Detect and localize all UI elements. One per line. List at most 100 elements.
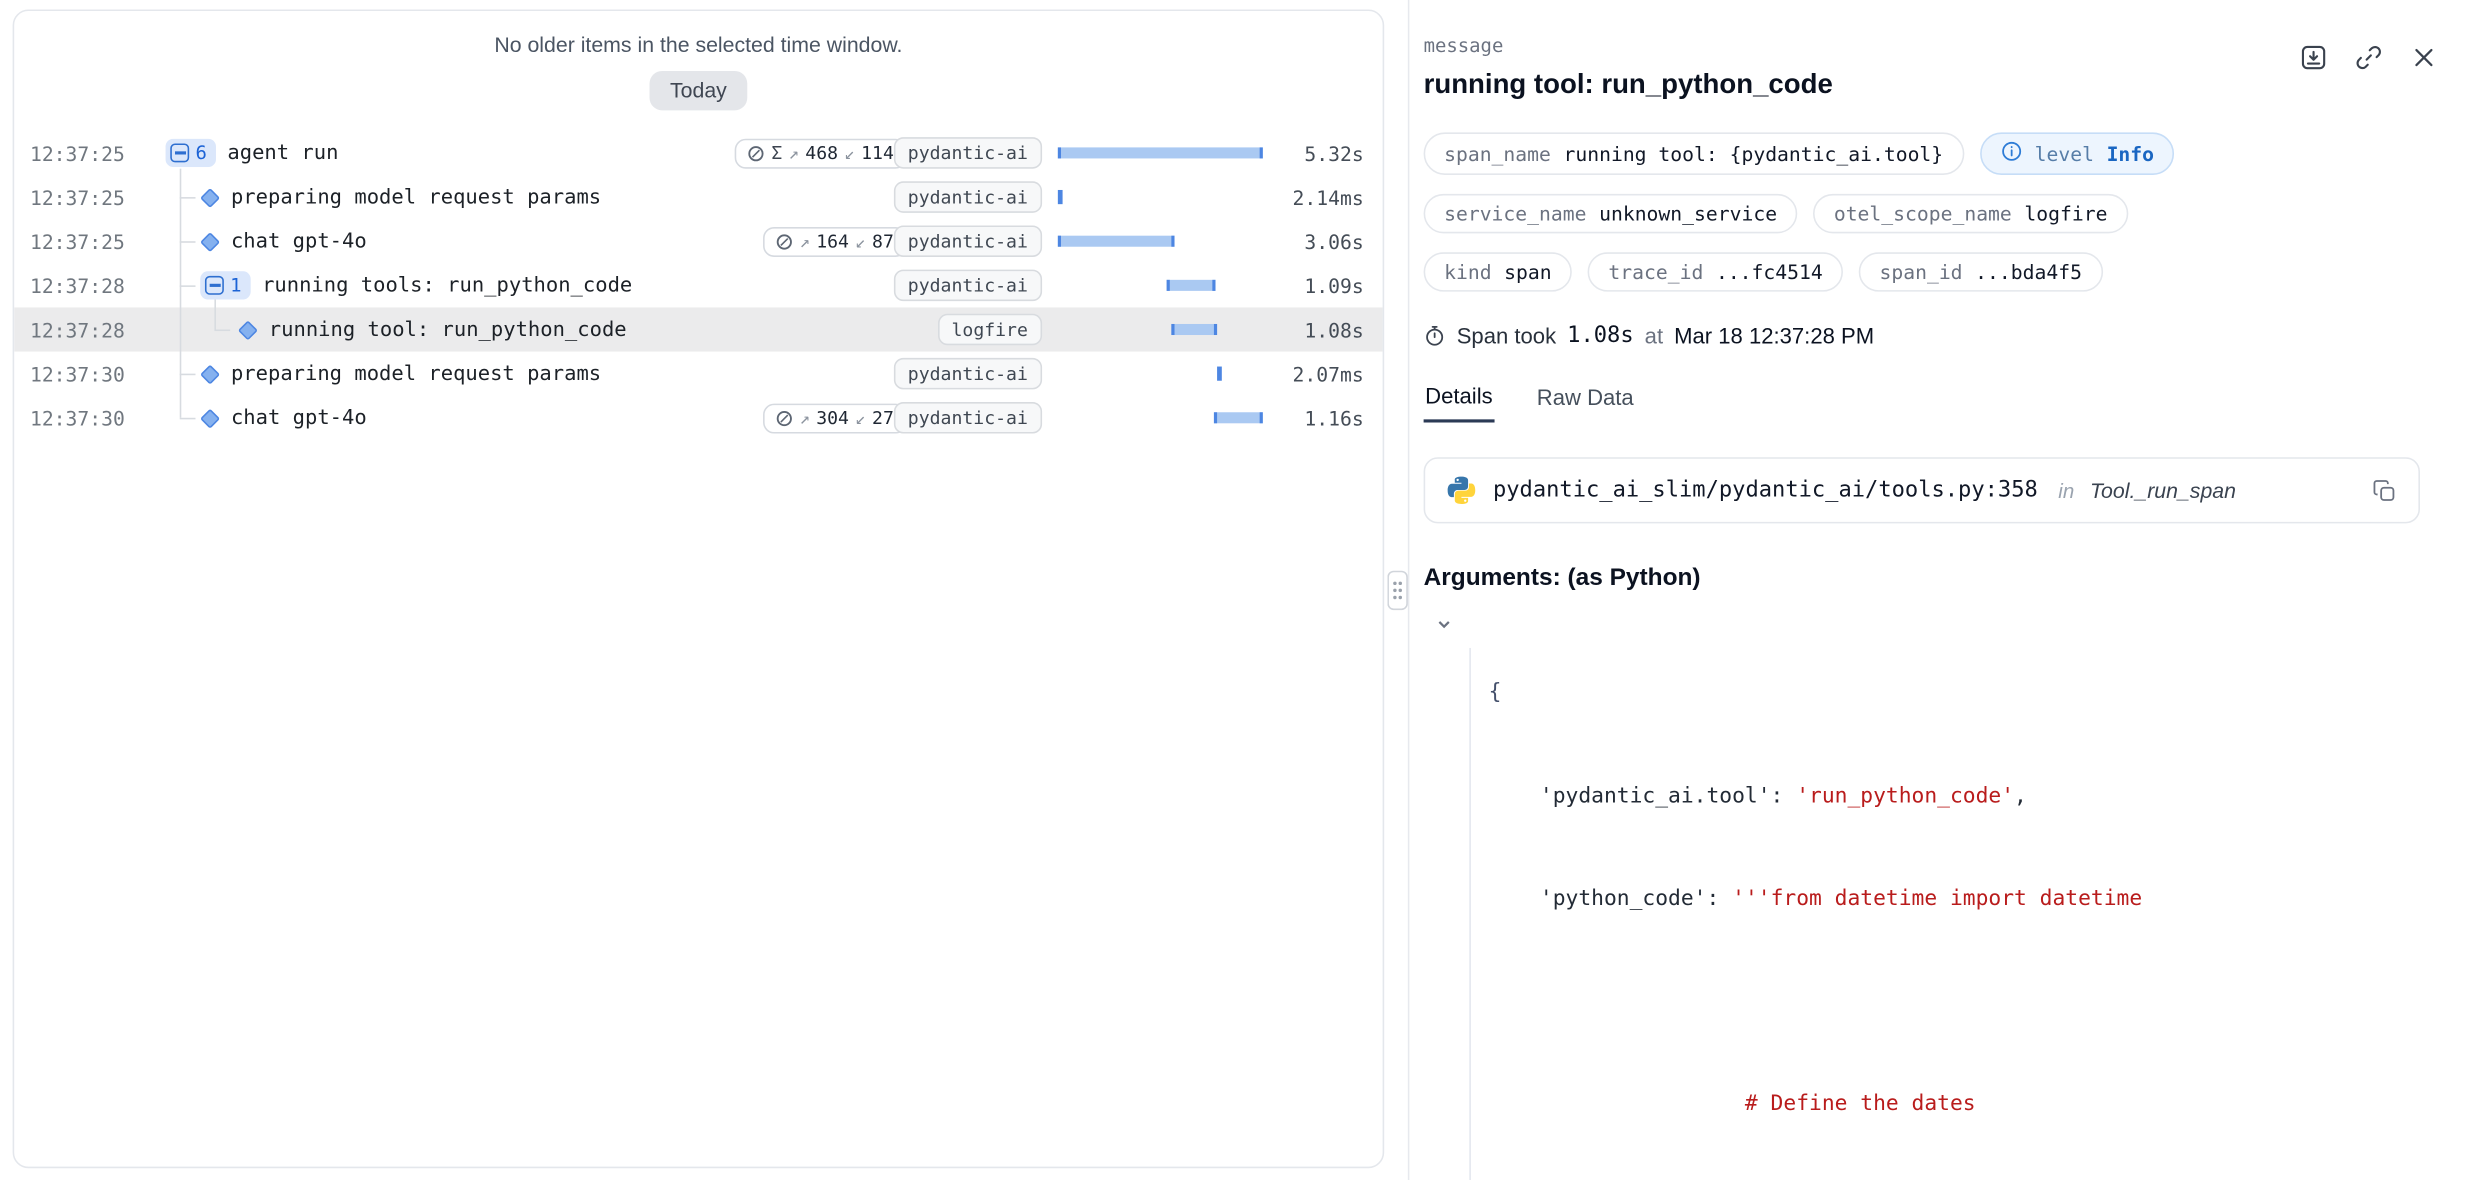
stopwatch-icon	[1424, 325, 1446, 347]
tokens-received: 87	[872, 230, 894, 252]
scope-tag: pydantic-ai	[894, 402, 1042, 434]
arguments-code: { 'pydantic_ai.tool': 'run_python_code',…	[1424, 609, 2439, 1180]
tab-raw-data[interactable]: Raw Data	[1535, 383, 1635, 422]
attribute-value: ...bda4f5	[1975, 260, 2082, 284]
tokens-icon	[748, 144, 765, 161]
arguments-heading: Arguments: (as Python)	[1424, 564, 2439, 592]
arrow-up-icon: ↗	[799, 408, 809, 428]
copy-link-button[interactable]	[2352, 41, 2384, 73]
attribute-pill-span_name: span_name running tool: {pydantic_ai.too…	[1424, 132, 1964, 175]
row-tag-col: pydantic-ai	[907, 137, 1043, 169]
trace-panel: No older items in the selected time wind…	[13, 9, 1385, 1168]
code-line: 'pydantic_ai.tool': 'run_python_code',	[1424, 711, 2439, 814]
row-main: chat gpt-4o	[166, 406, 721, 430]
timeline-track	[1058, 396, 1263, 440]
timeline-bar[interactable]	[1171, 324, 1217, 335]
token-usage-badge: ↗304 ↙27	[763, 403, 906, 433]
trace-row[interactable]: 12:37:30 preparing model request params …	[14, 352, 1382, 396]
today-wrap: Today	[14, 71, 1382, 110]
trace-row[interactable]: 12:37:25 chat gpt-4o ↗164 ↙87 pydantic-a…	[14, 219, 1382, 263]
attribute-key: service_name	[1444, 202, 1586, 226]
child-count: 6	[195, 142, 206, 164]
timeline-bar[interactable]	[1058, 147, 1263, 158]
code-location-card[interactable]: pydantic_ai_slim/pydantic_ai/tools.py:35…	[1424, 457, 2420, 523]
attribute-pills: span_name running tool: {pydantic_ai.too…	[1424, 132, 2439, 291]
code-line	[1424, 916, 2439, 1019]
timeline-track	[1058, 219, 1263, 263]
row-timeline-col	[1042, 352, 1278, 396]
row-tag-col: pydantic-ai	[907, 181, 1043, 213]
close-button[interactable]	[2407, 41, 2439, 73]
link-icon	[2353, 42, 2383, 72]
tokens-received: 27	[872, 407, 894, 429]
attribute-pill-otel_scope_name: otel_scope_name logfire	[1813, 194, 2128, 233]
row-tag-col: pydantic-ai	[907, 402, 1043, 434]
collapse-toggle[interactable]: 6	[166, 139, 217, 167]
span-diamond-icon	[201, 364, 220, 383]
span-name: chat gpt-4o	[231, 406, 367, 430]
archive-button[interactable]	[2297, 41, 2329, 73]
code-line: 'python_code': '''from datetime import d…	[1424, 814, 2439, 917]
caret-down-icon[interactable]	[1436, 616, 1452, 632]
panel-resize-handle[interactable]	[1387, 571, 1407, 610]
trace-rows: 12:37:25 6 agent run Σ ↗468 ↙114 pydanti…	[14, 131, 1382, 440]
attribute-value: ...fc4514	[1716, 260, 1823, 284]
timeline-bar[interactable]	[1215, 412, 1263, 423]
scope-tag: logfire	[937, 314, 1042, 346]
attribute-key: kind	[1444, 260, 1491, 284]
arrow-up-icon: ↗	[789, 143, 799, 163]
span-name: agent run	[227, 141, 338, 165]
python-icon	[1446, 475, 1478, 507]
tokens-sent: 164	[816, 230, 849, 252]
timeline-bar[interactable]	[1217, 367, 1222, 381]
row-main: running tool: run_python_code	[166, 318, 721, 342]
attribute-key: otel_scope_name	[1834, 202, 2012, 226]
row-timestamp: 12:37:28	[30, 318, 166, 342]
timing-prefix: Span took	[1457, 323, 1556, 348]
timeline-track	[1058, 307, 1263, 351]
trace-row[interactable]: 12:37:25 preparing model request params …	[14, 175, 1382, 219]
tree-connector	[180, 374, 196, 376]
arrow-up-icon: ↗	[799, 231, 809, 251]
collapse-toggle[interactable]: 1	[200, 271, 251, 299]
timing-duration: 1.08s	[1567, 323, 1633, 348]
row-timeline-col	[1042, 396, 1278, 440]
attribute-pill-service_name: service_name unknown_service	[1424, 194, 1798, 233]
timeline-bar[interactable]	[1166, 280, 1215, 291]
timeline-bar[interactable]	[1058, 236, 1175, 247]
attribute-pill-trace_id: trace_id ...fc4514	[1588, 252, 1843, 291]
copy-button[interactable]	[2370, 476, 2398, 504]
scope-tag: pydantic-ai	[894, 225, 1042, 257]
tokens-received: 114	[861, 142, 894, 164]
attribute-value: logfire	[2024, 202, 2107, 226]
span-diamond-icon	[238, 320, 257, 339]
today-button[interactable]: Today	[650, 71, 748, 110]
token-usage-badge: Σ ↗468 ↙114	[735, 138, 906, 168]
trace-row[interactable]: 12:37:25 6 agent run Σ ↗468 ↙114 pydanti…	[14, 131, 1382, 175]
archive-icon	[2298, 42, 2328, 72]
span-name: running tools: run_python_code	[262, 274, 632, 298]
tokens-sent: 468	[805, 142, 838, 164]
attribute-value: running tool: {pydantic_ai.tool}	[1563, 142, 1943, 166]
code-lines: { 'pydantic_ai.tool': 'run_python_code',…	[1424, 609, 2439, 1180]
attribute-value: span	[1504, 260, 1551, 284]
trace-row[interactable]: 12:37:30 chat gpt-4o ↗304 ↙27 pydantic-a…	[14, 396, 1382, 440]
row-main: 6 agent run	[166, 139, 721, 167]
tree-connector	[180, 197, 196, 199]
code-location-path: pydantic_ai_slim/pydantic_ai/tools.py:35…	[1493, 478, 2038, 503]
detail-header: message running tool: run_python_code	[1424, 35, 2439, 101]
code-location-function: Tool._run_span	[2090, 478, 2236, 502]
attribute-pill-span_id: span_id ...bda4f5	[1859, 252, 2102, 291]
minus-icon	[205, 276, 224, 295]
row-main: preparing model request params	[166, 362, 721, 386]
row-timestamp: 12:37:25	[30, 185, 166, 209]
tab-details[interactable]: Details	[1424, 383, 1495, 422]
attribute-key: span_id	[1879, 260, 1962, 284]
timeline-bar[interactable]	[1058, 190, 1063, 204]
row-timestamp: 12:37:25	[30, 141, 166, 165]
row-main: preparing model request params	[166, 185, 721, 209]
minus-icon	[170, 143, 189, 162]
tree-connector	[180, 418, 196, 420]
row-main: chat gpt-4o	[166, 229, 721, 253]
trace-row[interactable]: 12:37:28 1 running tools: run_python_cod…	[14, 263, 1382, 307]
